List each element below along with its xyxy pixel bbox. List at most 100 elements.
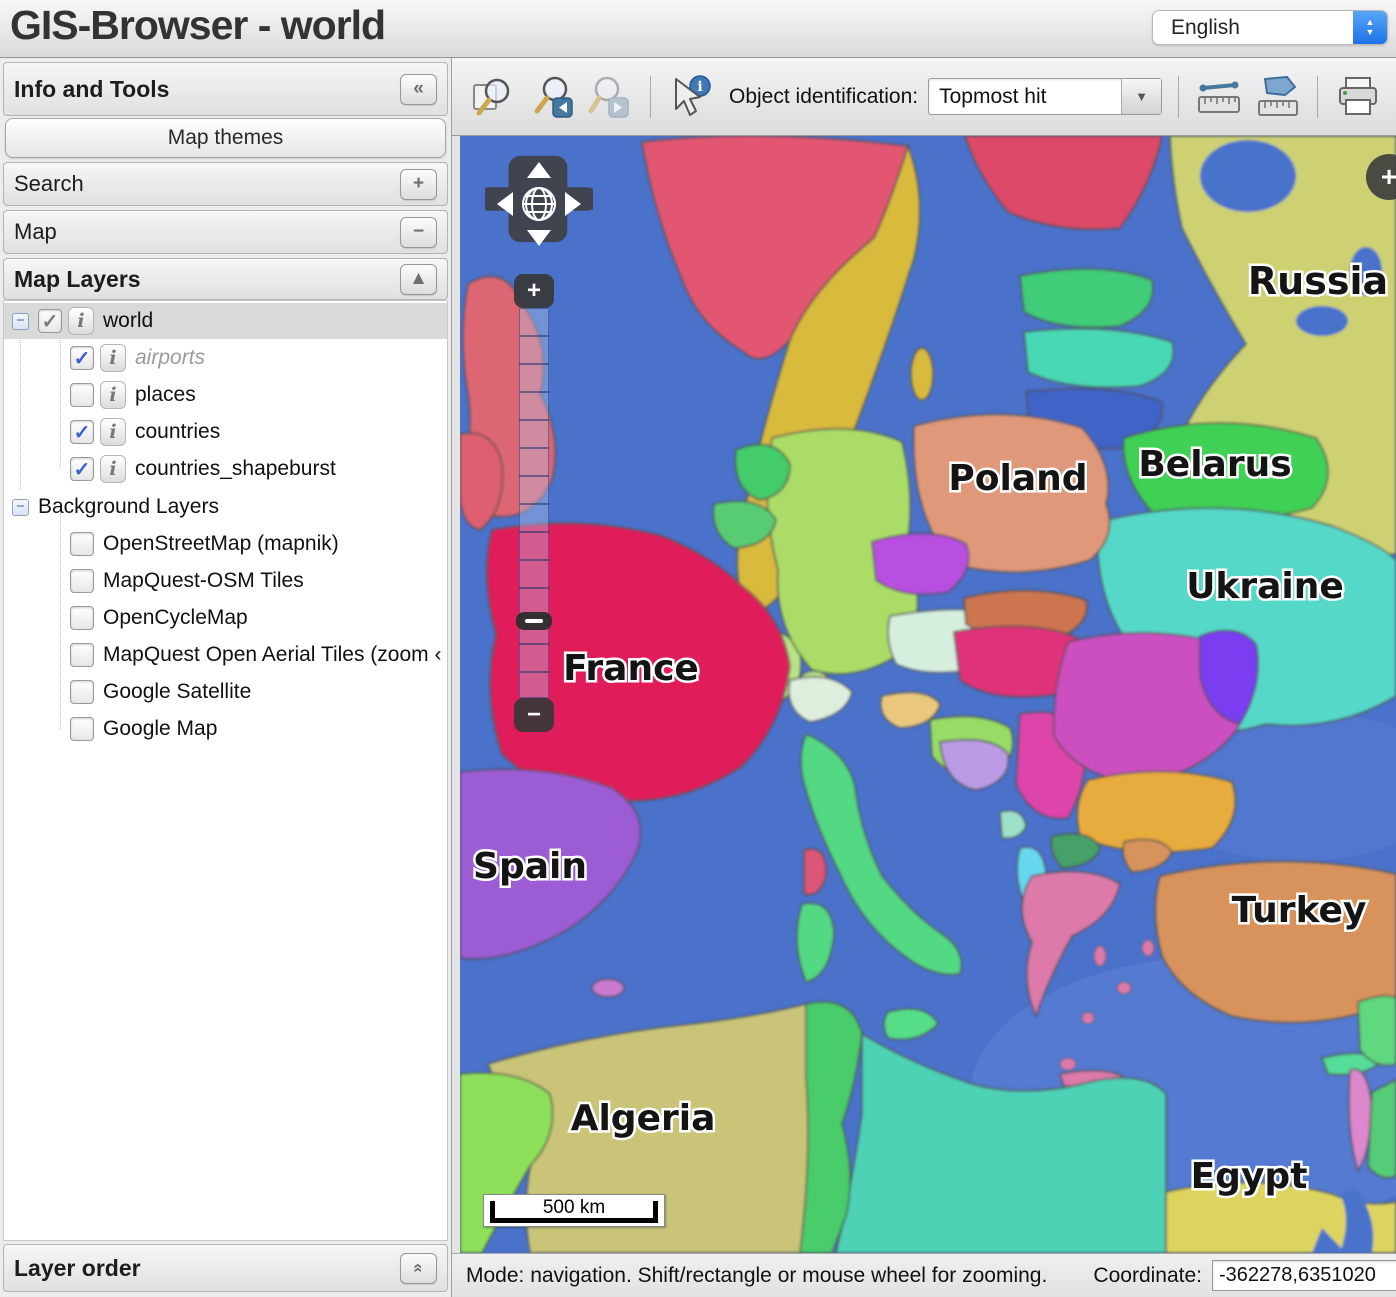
- country-label: Spain: [473, 846, 587, 887]
- title-bar: GIS-Browser - world English ▲▼: [0, 0, 1396, 58]
- measure-area-icon[interactable]: [1253, 73, 1301, 121]
- airports-checkbox[interactable]: ✓: [70, 346, 94, 370]
- plus-icon: +: [413, 173, 424, 195]
- layer-label-airports[interactable]: airports: [135, 346, 205, 370]
- tree-row-mapquest-osm[interactable]: MapQuest-OSM Tiles: [4, 563, 447, 599]
- expand-layer-order-button[interactable]: «: [400, 1253, 437, 1284]
- layer-label-mapquest-osm[interactable]: MapQuest-OSM Tiles: [103, 569, 304, 593]
- language-value: English: [1153, 16, 1353, 40]
- world-info-button[interactable]: i: [68, 307, 94, 335]
- pan-control[interactable]: [485, 150, 593, 258]
- zoom-slider: + −: [514, 274, 554, 732]
- group-label-background-layers[interactable]: Background Layers: [38, 495, 219, 519]
- collapse-layers-button[interactable]: ▲: [400, 264, 437, 295]
- places-info-button[interactable]: i: [100, 381, 126, 409]
- accordion-map-label: Map: [14, 219, 57, 245]
- page-title: GIS-Browser - world: [10, 2, 385, 49]
- arrow-up-icon: ▲: [409, 268, 428, 290]
- map-canvas[interactable]: Russia Poland Belarus Ukraine France Spa…: [460, 136, 1396, 1253]
- mapquest-osm-checkbox[interactable]: [70, 569, 94, 593]
- measure-length-icon[interactable]: [1195, 73, 1243, 121]
- country-label: Belarus: [1138, 444, 1291, 485]
- layer-label-countries[interactable]: countries: [135, 420, 220, 444]
- coordinate-input[interactable]: [1212, 1260, 1396, 1291]
- coordinate-label: Coordinate:: [1093, 1264, 1202, 1288]
- print-icon[interactable]: [1334, 73, 1382, 121]
- tree-row-places[interactable]: i places: [4, 377, 447, 413]
- countries-shapeburst-checkbox[interactable]: ✓: [70, 457, 94, 481]
- places-checkbox[interactable]: [70, 383, 94, 407]
- zoom-slider-track[interactable]: [519, 308, 549, 698]
- accordion-map[interactable]: Map −: [3, 210, 448, 254]
- zoom-slider-handle[interactable]: [516, 612, 552, 630]
- countries-shapeburst-info-button[interactable]: i: [100, 455, 126, 483]
- language-select[interactable]: English ▲▼: [1152, 10, 1388, 45]
- layer-label-google-satellite[interactable]: Google Satellite: [103, 680, 251, 704]
- expand-search-button[interactable]: +: [400, 169, 437, 200]
- zoom-previous-icon[interactable]: [528, 73, 576, 121]
- tree-row-background-layers[interactable]: − Background Layers: [4, 489, 447, 525]
- tree-row-world[interactable]: − ✓ i world: [4, 303, 447, 339]
- panel-title: Info and Tools: [14, 76, 169, 103]
- tree-row-airports[interactable]: ✓ i airports: [4, 340, 447, 376]
- panel-info-and-tools: Info and Tools «: [3, 62, 448, 116]
- mapquest-aerial-checkbox[interactable]: [70, 643, 94, 667]
- toolbar-separator: [1317, 76, 1318, 118]
- zoom-box-icon[interactable]: [470, 73, 518, 121]
- country-label: Russia: [1248, 259, 1388, 303]
- airports-info-button[interactable]: i: [100, 344, 126, 372]
- double-chevron-up-icon: «: [409, 1263, 429, 1272]
- countries-info-button[interactable]: i: [100, 418, 126, 446]
- toolbar-separator: [1178, 76, 1179, 118]
- identify-icon[interactable]: i: [667, 73, 715, 121]
- layer-label-opencyclemap[interactable]: OpenCycleMap: [103, 606, 248, 630]
- country-label: Turkey: [1232, 890, 1367, 931]
- tree-row-mapquest-aerial[interactable]: MapQuest Open Aerial Tiles (zoom ‹: [4, 637, 447, 673]
- layer-label-places[interactable]: places: [135, 383, 196, 407]
- sidebar: Info and Tools « Map themes Search + Map…: [0, 58, 452, 1297]
- accordion-layer-order[interactable]: Layer order «: [3, 1244, 448, 1292]
- identification-mode-select[interactable]: Topmost hit ▼: [928, 78, 1162, 115]
- country-label: Poland: [948, 458, 1087, 499]
- world-checkbox[interactable]: ✓: [38, 309, 62, 333]
- countries-checkbox[interactable]: ✓: [70, 420, 94, 444]
- layer-label-openstreetmap[interactable]: OpenStreetMap (mapnik): [103, 532, 339, 556]
- country-label: Egypt: [1191, 1156, 1308, 1197]
- select-stepper-icon: ▲▼: [1353, 10, 1387, 45]
- tree-row-google-map[interactable]: Google Map: [4, 711, 447, 747]
- world-map: Russia Poland Belarus Ukraine France Spa…: [460, 136, 1396, 1253]
- tree-row-openstreetmap[interactable]: OpenStreetMap (mapnik): [4, 526, 447, 562]
- mode-text: Mode: navigation. Shift/rectangle or mou…: [466, 1264, 1047, 1288]
- zoom-out-button[interactable]: −: [514, 698, 554, 732]
- openstreetmap-checkbox[interactable]: [70, 532, 94, 556]
- zoom-in-button[interactable]: +: [514, 274, 554, 308]
- google-satellite-checkbox[interactable]: [70, 680, 94, 704]
- status-bar: Mode: navigation. Shift/rectangle or mou…: [452, 1253, 1396, 1297]
- country-label: Ukraine: [1186, 566, 1344, 607]
- collapse-map-button[interactable]: −: [400, 217, 437, 248]
- accordion-search[interactable]: Search +: [3, 162, 448, 206]
- tree-row-countries[interactable]: ✓ i countries: [4, 414, 447, 450]
- layer-label-world[interactable]: world: [103, 309, 153, 333]
- chevron-left-icon: «: [413, 78, 424, 100]
- map-region: i Object identification: Topmost hit ▼: [452, 58, 1396, 1297]
- object-identification-label: Object identification:: [729, 85, 918, 109]
- collapse-node-icon[interactable]: −: [12, 313, 29, 330]
- collapse-node-icon[interactable]: −: [12, 499, 29, 516]
- tree-row-opencyclemap[interactable]: OpenCycleMap: [4, 600, 447, 636]
- tree-row-google-satellite[interactable]: Google Satellite: [4, 674, 447, 710]
- layer-label-google-map[interactable]: Google Map: [103, 717, 217, 741]
- chevron-down-icon: ▼: [1121, 79, 1161, 114]
- opencyclemap-checkbox[interactable]: [70, 606, 94, 630]
- accordion-map-layers[interactable]: Map Layers ▲: [3, 258, 448, 300]
- google-map-checkbox[interactable]: [70, 717, 94, 741]
- zoom-next-icon: [586, 73, 634, 121]
- layer-label-countries-shapeburst[interactable]: countries_shapeburst: [135, 457, 336, 481]
- map-themes-button[interactable]: Map themes: [5, 118, 446, 158]
- tree-row-countries-shapeburst[interactable]: ✓ i countries_shapeburst: [4, 451, 447, 487]
- layer-label-mapquest-aerial[interactable]: MapQuest Open Aerial Tiles (zoom ‹: [103, 643, 441, 667]
- map-toolbar: i Object identification: Topmost hit ▼: [452, 58, 1396, 136]
- collapse-sidebar-button[interactable]: «: [400, 74, 437, 105]
- minus-icon: −: [413, 221, 424, 243]
- country-label: Algeria: [571, 1098, 716, 1139]
